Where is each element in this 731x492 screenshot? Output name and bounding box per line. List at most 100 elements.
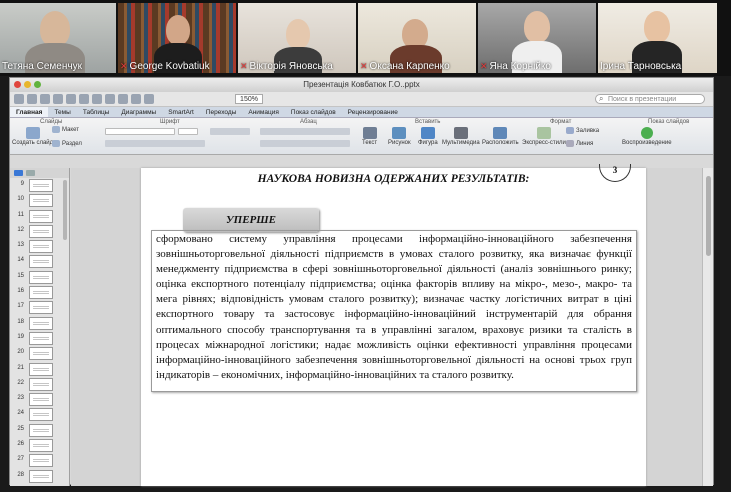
participant-name: ✕ Оксана Карпенко: [360, 61, 450, 72]
save-icon[interactable]: [40, 94, 50, 104]
slide-thumbnail[interactable]: 26: [10, 438, 62, 453]
format-painter-icon[interactable]: [105, 94, 115, 104]
copy-icon[interactable]: [79, 94, 89, 104]
outline-view-icon[interactable]: [26, 170, 35, 176]
tab-charts[interactable]: Диаграммы: [115, 107, 162, 117]
slide-thumbnail[interactable]: 22: [10, 377, 62, 392]
zoom-field[interactable]: 150%: [235, 94, 263, 104]
muted-mic-icon: ✕: [240, 61, 248, 71]
participant-tile[interactable]: ✕ Яна Корнійко: [478, 3, 596, 73]
layout-button[interactable]: Макет: [52, 126, 79, 133]
participant-tile-active-speaker[interactable]: Ірина Тарновська: [598, 3, 717, 73]
slide-thumbnail-image: [29, 423, 53, 437]
print-icon[interactable]: [53, 94, 63, 104]
slide-thumbnail[interactable]: 16: [10, 285, 62, 300]
slide[interactable]: 3 НАУКОВА НОВИЗНА ОДЕРЖАНИХ РЕЗУЛЬТАТІВ:…: [141, 164, 646, 486]
paste-icon[interactable]: [92, 94, 102, 104]
slide-thumbnail-number: 27: [17, 456, 24, 463]
tab-smartart[interactable]: SmartArt: [162, 107, 200, 117]
slide-thumbnail[interactable]: 20: [10, 346, 62, 361]
standard-toolbar: 150% Поиск в презентации: [10, 92, 713, 107]
line-button[interactable]: Линия: [566, 140, 593, 147]
participant-name: ✕ Вікторія Яновська: [240, 61, 333, 72]
slide-thumbnail-number: 14: [17, 257, 24, 264]
participant-tile[interactable]: Тетяна Семенчук: [0, 3, 116, 73]
slide-thumbnail[interactable]: 28: [10, 469, 62, 484]
arrange-button[interactable]: Расположить: [482, 127, 519, 146]
participant-tile[interactable]: ✕ Оксана Карпенко: [358, 3, 476, 73]
font-size-field[interactable]: [178, 128, 198, 135]
slide-thumbnail[interactable]: 27: [10, 453, 62, 468]
tab-slideshow[interactable]: Показ слайдов: [285, 107, 342, 117]
new-icon[interactable]: [14, 94, 24, 104]
participant-tile[interactable]: ✕ George Kovbatiuk: [118, 3, 236, 73]
slide-thumbnail[interactable]: 12: [10, 224, 62, 239]
insert-media-button[interactable]: Мультимедиа: [442, 127, 480, 146]
slide-label-box[interactable]: УПЕРШЕ: [183, 208, 319, 232]
insert-text-button[interactable]: Текст: [362, 127, 377, 146]
slide-thumbnail[interactable]: 15: [10, 270, 62, 285]
font-name-field[interactable]: [105, 128, 175, 135]
slide-thumbnail[interactable]: 13: [10, 239, 62, 254]
slide-title[interactable]: НАУКОВА НОВИЗНА ОДЕРЖАНИХ РЕЗУЛЬТАТІВ:: [141, 173, 646, 185]
slide-thumbnail[interactable]: 19: [10, 331, 62, 346]
slide-thumbnail[interactable]: 14: [10, 254, 62, 269]
tab-home[interactable]: Главная: [10, 107, 49, 117]
close-window-icon[interactable]: [14, 81, 21, 88]
thumbnail-scrollbar[interactable]: [63, 180, 67, 240]
slide-thumbnail[interactable]: 21: [10, 362, 62, 377]
minimize-window-icon[interactable]: [24, 81, 31, 88]
slide-thumbnail-number: 10: [17, 196, 24, 203]
slide-body-text[interactable]: сформовано систему управління процесами …: [151, 230, 637, 392]
tab-transitions[interactable]: Переходы: [200, 107, 243, 117]
slide-thumbnail-number: 12: [17, 226, 24, 233]
font-size-buttons[interactable]: [210, 128, 250, 135]
tab-tables[interactable]: Таблицы: [77, 107, 116, 117]
play-icon: [640, 127, 653, 139]
create-slide-button[interactable]: Создать слайд: [12, 127, 53, 146]
fill-button[interactable]: Заливка: [566, 127, 599, 134]
open-icon[interactable]: [27, 94, 37, 104]
slide-scrollbar[interactable]: [702, 168, 713, 486]
slide-thumbnail-image: [29, 316, 53, 330]
slide-thumbnail-number: 19: [17, 333, 24, 340]
slide-thumbnail[interactable]: 23: [10, 392, 62, 407]
slide-thumbnail[interactable]: 11: [10, 209, 62, 224]
insert-picture-button[interactable]: Рисунок: [388, 127, 411, 146]
cut-icon[interactable]: [66, 94, 76, 104]
thumbnail-view-icon[interactable]: [14, 170, 23, 176]
tab-review[interactable]: Рецензирование: [342, 107, 404, 117]
redo-icon[interactable]: [131, 94, 141, 104]
scrollbar-thumb[interactable]: [706, 176, 711, 256]
slide-thumbnail[interactable]: 17: [10, 300, 62, 315]
window-title: Презентація Ковбатюк Г.О..pptx: [303, 80, 420, 89]
slide-thumbnail-number: 26: [17, 441, 24, 448]
zoom-window-icon[interactable]: [34, 81, 41, 88]
font-format-buttons[interactable]: [105, 140, 205, 147]
tab-themes[interactable]: Темы: [48, 107, 76, 117]
search-input[interactable]: Поиск в презентации: [595, 94, 705, 104]
slide-thumbnail[interactable]: 25: [10, 423, 62, 438]
list-buttons[interactable]: [260, 128, 350, 135]
align-buttons[interactable]: [260, 140, 350, 147]
muted-mic-icon: ✕: [480, 61, 488, 71]
slide-thumbnail-image: [29, 194, 53, 208]
slide-thumbnail[interactable]: 9: [10, 178, 62, 193]
slide-thumbnail-image: [29, 393, 53, 407]
undo-icon[interactable]: [118, 94, 128, 104]
slide-thumbnail[interactable]: 10: [10, 193, 62, 208]
quick-styles-icon: [536, 127, 551, 139]
slide-thumbnail-number: 13: [17, 242, 24, 249]
insert-shape-button[interactable]: Фигура: [418, 127, 438, 146]
slide-thumbnail-number: 21: [17, 364, 24, 371]
quick-styles-button[interactable]: Экспресс-стили: [522, 127, 566, 146]
play-slideshow-button[interactable]: Воспроизведение: [622, 127, 672, 146]
tab-animations[interactable]: Анимация: [242, 107, 285, 117]
slide-thumbnail[interactable]: 18: [10, 316, 62, 331]
participant-tile[interactable]: ✕ Вікторія Яновська: [238, 3, 356, 73]
slide-thumbnail[interactable]: 24: [10, 407, 62, 422]
gallery-icon[interactable]: [144, 94, 154, 104]
group-label-slides: Слайды: [40, 119, 63, 125]
section-button[interactable]: Раздел: [52, 140, 82, 147]
participant-name: Ірина Тарновська: [600, 61, 682, 72]
